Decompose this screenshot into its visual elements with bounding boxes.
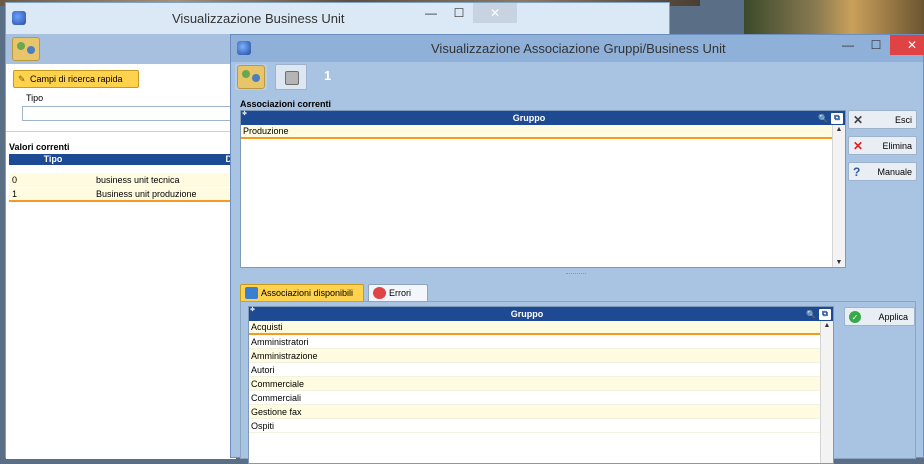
association-titlebar: Visualizzazione Associazione Gruppi/Busi… xyxy=(231,35,924,62)
toolbar xyxy=(6,34,236,64)
table-row-selected[interactable]: Produzione xyxy=(241,125,845,139)
table-row[interactable]: 0 business unit tecnica xyxy=(9,173,236,187)
maximize-button[interactable]: ☐ xyxy=(445,3,473,23)
cell-descrizione: business unit tecnica xyxy=(96,175,180,185)
vertical-scrollbar[interactable]: ▲ ▼ xyxy=(832,125,845,267)
safe-icon xyxy=(285,71,299,85)
business-unit-titlebar: Visualizzazione Business Unit — ☐ ✕ xyxy=(6,3,669,34)
scroll-up-icon[interactable]: ▲ xyxy=(821,322,833,329)
apply-button[interactable]: ✓ Applica xyxy=(844,307,915,326)
safe-button[interactable] xyxy=(275,64,307,90)
exit-label: Esci xyxy=(894,114,912,125)
copy-icon[interactable]: ⧉ xyxy=(819,308,831,320)
list-item[interactable]: Gestione fax xyxy=(249,405,833,419)
sort-icon[interactable]: ≑ xyxy=(242,110,247,117)
delete-x-icon: ✕ xyxy=(853,139,864,153)
tipo-label: Tipo xyxy=(26,93,44,103)
close-button[interactable]: ✕ xyxy=(890,35,924,55)
grid-header: ≑ Gruppo 🔍 ⧉ xyxy=(249,307,833,321)
close-button[interactable]: ✕ xyxy=(473,3,517,23)
table-row-selected[interactable]: 1 Business unit produzione xyxy=(9,188,236,202)
grid-header: ≑ Gruppo 🔍 ⧉ xyxy=(241,111,845,125)
quick-search-label: Campi di ricerca rapida xyxy=(30,74,123,84)
column-descrizione[interactable]: D xyxy=(97,154,236,165)
tab-errors[interactable]: Errori xyxy=(368,284,428,301)
cell-tipo: 0 xyxy=(12,175,18,185)
association-window: Visualizzazione Associazione Gruppi/Busi… xyxy=(230,34,924,464)
scroll-down-icon[interactable]: ▼ xyxy=(833,259,845,266)
scroll-up-icon[interactable]: ▲ xyxy=(833,126,845,133)
pencil-icon: ✎ xyxy=(18,74,26,84)
current-associations-title: Associazioni correnti xyxy=(240,99,332,109)
search-icon[interactable]: 🔍 xyxy=(817,113,829,124)
tab-errors-label: Errori xyxy=(389,288,411,298)
tipo-input[interactable] xyxy=(22,106,236,121)
cell-tipo: 1 xyxy=(12,189,18,199)
list-item-selected[interactable]: Acquisti xyxy=(249,321,833,335)
search-panel: ✎ Campi di ricerca rapida Tipo Valori co… xyxy=(6,64,236,459)
delete-label: Elimina xyxy=(882,140,912,151)
app-globe-icon xyxy=(12,11,26,25)
printer-icon xyxy=(245,287,258,299)
users-group-icon[interactable] xyxy=(12,37,40,61)
search-icon[interactable]: 🔍 xyxy=(805,309,817,320)
app-globe-icon xyxy=(237,41,251,55)
window-controls: — ☐ ✕ xyxy=(834,35,924,55)
list-item[interactable]: Commerciali xyxy=(249,391,833,405)
list-item[interactable]: Autori xyxy=(249,363,833,377)
current-values-title: Valori correnti xyxy=(9,142,70,152)
cell-descrizione: Business unit produzione xyxy=(96,189,197,199)
current-associations-grid: ≑ Gruppo 🔍 ⧉ Produzione ▲ ▼ xyxy=(240,110,846,268)
apply-check-icon: ✓ xyxy=(849,311,861,323)
manual-label: Manuale xyxy=(877,166,912,177)
minimize-button[interactable]: — xyxy=(417,3,445,23)
exit-button[interactable]: ✕ Esci xyxy=(848,110,917,129)
help-icon: ? xyxy=(853,165,861,179)
toolbar: 1 xyxy=(231,62,923,92)
users-group-icon xyxy=(237,65,265,89)
maximize-button[interactable]: ☐ xyxy=(862,35,890,55)
tab-available-label: Associazioni disponibili xyxy=(261,288,354,298)
apply-label: Applica xyxy=(878,311,908,322)
available-associations-panel: ≑ Gruppo 🔍 ⧉ Acquisti Amministratori Amm… xyxy=(240,301,916,464)
window-controls: — ☐ ✕ xyxy=(417,3,517,23)
list-item[interactable]: Amministratori xyxy=(249,335,833,349)
delete-button[interactable]: ✕ Elimina xyxy=(848,136,917,155)
error-icon xyxy=(373,287,386,299)
tab-available-associations[interactable]: Associazioni disponibili xyxy=(240,284,364,301)
window-title: Visualizzazione Business Unit xyxy=(172,11,345,26)
minimize-button[interactable]: — xyxy=(834,35,862,55)
sort-icon[interactable]: ≑ xyxy=(250,306,255,313)
record-count: 1 xyxy=(324,68,332,83)
vertical-scrollbar[interactable]: ▲ xyxy=(820,321,833,463)
column-gruppo[interactable]: Gruppo xyxy=(241,113,817,123)
column-gruppo[interactable]: Gruppo xyxy=(249,309,805,319)
list-item[interactable]: Amministrazione xyxy=(249,349,833,363)
grid-header: Tipo D xyxy=(9,154,236,165)
available-associations-grid: ≑ Gruppo 🔍 ⧉ Acquisti Amministratori Amm… xyxy=(248,306,834,464)
close-x-icon: ✕ xyxy=(853,113,864,127)
list-item[interactable]: Ospiti xyxy=(249,419,833,433)
splitter-grip[interactable] xyxy=(566,273,586,275)
window-title: Visualizzazione Associazione Gruppi/Busi… xyxy=(431,41,726,56)
column-tipo[interactable]: Tipo xyxy=(9,154,97,165)
quick-search-button[interactable]: ✎ Campi di ricerca rapida xyxy=(13,70,139,88)
copy-icon[interactable]: ⧉ xyxy=(831,112,843,124)
manual-button[interactable]: ? Manuale xyxy=(848,162,917,181)
users-group-button[interactable] xyxy=(235,64,267,90)
divider xyxy=(6,131,236,132)
list-item[interactable]: Commerciale xyxy=(249,377,833,391)
